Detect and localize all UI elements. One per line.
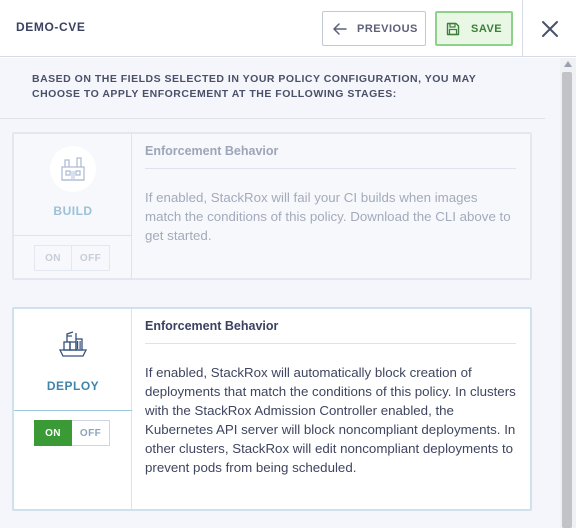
factory-icon bbox=[50, 146, 96, 192]
save-button-label: SAVE bbox=[471, 22, 503, 35]
deploy-description-heading: Enforcement Behavior bbox=[145, 319, 516, 344]
deploy-toggle[interactable]: ON OFF bbox=[34, 420, 110, 446]
deploy-stage-label: DEPLOY bbox=[46, 379, 100, 393]
build-stage-divider bbox=[14, 235, 132, 236]
intro-text: BASED ON THE FIELDS SELECTED IN YOUR POL… bbox=[32, 73, 477, 100]
arrow-left-icon bbox=[333, 22, 347, 35]
intro-section: BASED ON THE FIELDS SELECTED IN YOUR POL… bbox=[0, 58, 545, 119]
previous-button[interactable]: PREVIOUS bbox=[322, 11, 426, 46]
build-stage-label: BUILD bbox=[53, 204, 93, 218]
scroll-up-arrow-icon[interactable] bbox=[564, 61, 572, 67]
build-toggle-off[interactable]: OFF bbox=[72, 245, 110, 271]
build-stage-panel: BUILD ON OFF bbox=[14, 134, 132, 278]
build-toggle-on[interactable]: ON bbox=[34, 245, 72, 271]
deploy-stage-divider bbox=[14, 410, 132, 411]
enforcement-content: BASED ON THE FIELDS SELECTED IN YOUR POL… bbox=[0, 58, 560, 528]
build-description-text: If enabled, StackRox will fail your CI b… bbox=[145, 190, 511, 243]
deploy-stage-panel: DEPLOY ON OFF bbox=[14, 309, 132, 509]
deploy-description-text: If enabled, StackRox will automatically … bbox=[145, 365, 516, 475]
close-icon bbox=[541, 20, 559, 38]
save-icon bbox=[445, 21, 461, 37]
previous-button-label: PREVIOUS bbox=[357, 22, 418, 35]
panel-header: DEMO-CVE PREVIOUS SAVE bbox=[0, 0, 576, 57]
close-button[interactable] bbox=[523, 0, 576, 57]
deploy-toggle-on[interactable]: ON bbox=[34, 420, 72, 446]
scrollbar-thumb[interactable] bbox=[562, 72, 572, 528]
build-stage-card: BUILD ON OFF Enforcement Behavior If ena… bbox=[12, 132, 532, 280]
build-description-heading: Enforcement Behavior bbox=[145, 144, 516, 169]
policy-title: DEMO-CVE bbox=[16, 20, 86, 34]
save-button[interactable]: SAVE bbox=[435, 11, 513, 46]
build-toggle[interactable]: ON OFF bbox=[34, 245, 110, 271]
deploy-toggle-off[interactable]: OFF bbox=[72, 420, 110, 446]
vertical-scrollbar[interactable] bbox=[560, 58, 576, 528]
ship-containers-icon bbox=[50, 321, 96, 367]
deploy-stage-card: DEPLOY ON OFF Enforcement Behavior If en… bbox=[12, 307, 532, 511]
